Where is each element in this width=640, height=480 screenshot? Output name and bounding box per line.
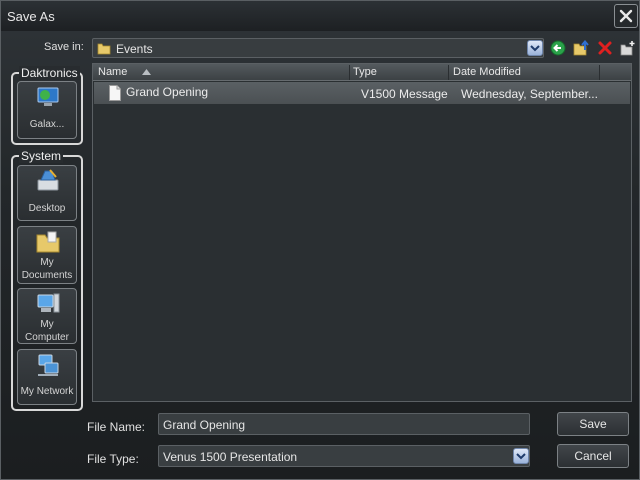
file-date-cell: Wednesday, September... <box>461 87 598 101</box>
current-folder: Events <box>116 42 153 56</box>
save-as-dialog: Save As Save in: Events Daktronics Galax… <box>0 0 640 480</box>
file-name-label: File Name: <box>87 420 146 434</box>
computer-icon <box>37 293 60 313</box>
file-type-value: Venus 1500 Presentation <box>163 450 298 464</box>
place-label: My Computer <box>25 319 69 343</box>
title-bar: Save As <box>1 1 639 31</box>
column-divider[interactable] <box>349 65 350 80</box>
place-desktop[interactable]: Desktop <box>17 165 77 221</box>
system-group-title: System <box>19 149 64 163</box>
chevron-down-icon <box>516 453 526 460</box>
save-in-label: Save in: <box>44 41 84 53</box>
file-list[interactable]: Name Type Date Modified Grand Opening V1… <box>92 63 632 402</box>
file-name-field[interactable]: Grand Opening <box>158 413 530 435</box>
new-folder-icon <box>620 41 635 56</box>
back-arrow-icon <box>550 40 566 56</box>
close-icon <box>619 9 633 23</box>
chevron-down-icon <box>530 45 540 52</box>
desktop-icon <box>37 169 59 191</box>
file-type-dropdown[interactable]: Venus 1500 Presentation <box>158 445 530 467</box>
file-icon <box>109 85 121 101</box>
file-name-value: Grand Opening <box>163 418 246 432</box>
up-folder-button[interactable] <box>572 39 590 57</box>
folder-icon <box>97 43 111 55</box>
file-type-cell: V1500 Message <box>361 87 448 101</box>
place-label: My Network <box>20 386 74 397</box>
sort-ascending-icon <box>142 69 151 75</box>
column-divider[interactable] <box>599 65 600 80</box>
save-in-dropdown-button[interactable] <box>527 40 543 56</box>
place-label: My Documents <box>21 257 73 281</box>
delete-button[interactable] <box>596 39 614 57</box>
place-galaxy[interactable]: Galax... <box>17 81 77 139</box>
save-button[interactable]: Save <box>557 412 629 436</box>
file-list-header: Name Type Date Modified <box>93 64 631 81</box>
up-folder-icon <box>573 40 589 56</box>
delete-icon <box>598 41 612 55</box>
place-my-computer[interactable]: My Computer <box>17 288 77 344</box>
file-type-dropdown-button[interactable] <box>513 448 529 464</box>
network-icon <box>38 354 59 376</box>
place-my-documents[interactable]: My Documents <box>17 226 77 284</box>
file-name-cell: Grand Opening <box>126 85 209 99</box>
column-header-date[interactable]: Date Modified <box>453 66 521 78</box>
back-button[interactable] <box>549 39 567 57</box>
file-row[interactable]: Grand Opening V1500 Message Wednesday, S… <box>94 82 630 104</box>
cancel-button[interactable]: Cancel <box>557 444 629 468</box>
place-label: Galax... <box>29 119 65 130</box>
column-header-name[interactable]: Name <box>98 66 127 78</box>
close-button[interactable] <box>614 4 638 28</box>
place-label: Desktop <box>28 203 66 214</box>
dialog-title: Save As <box>7 9 55 24</box>
column-header-type[interactable]: Type <box>353 66 377 78</box>
new-folder-button[interactable] <box>619 39 637 57</box>
galaxy-display-icon <box>37 87 59 106</box>
documents-folder-icon <box>36 231 60 253</box>
save-in-dropdown[interactable]: Events <box>92 38 544 58</box>
place-my-network[interactable]: My Network <box>17 349 77 405</box>
file-type-label: File Type: <box>87 452 139 466</box>
daktronics-group-title: Daktronics <box>19 66 80 80</box>
column-divider[interactable] <box>448 65 449 80</box>
